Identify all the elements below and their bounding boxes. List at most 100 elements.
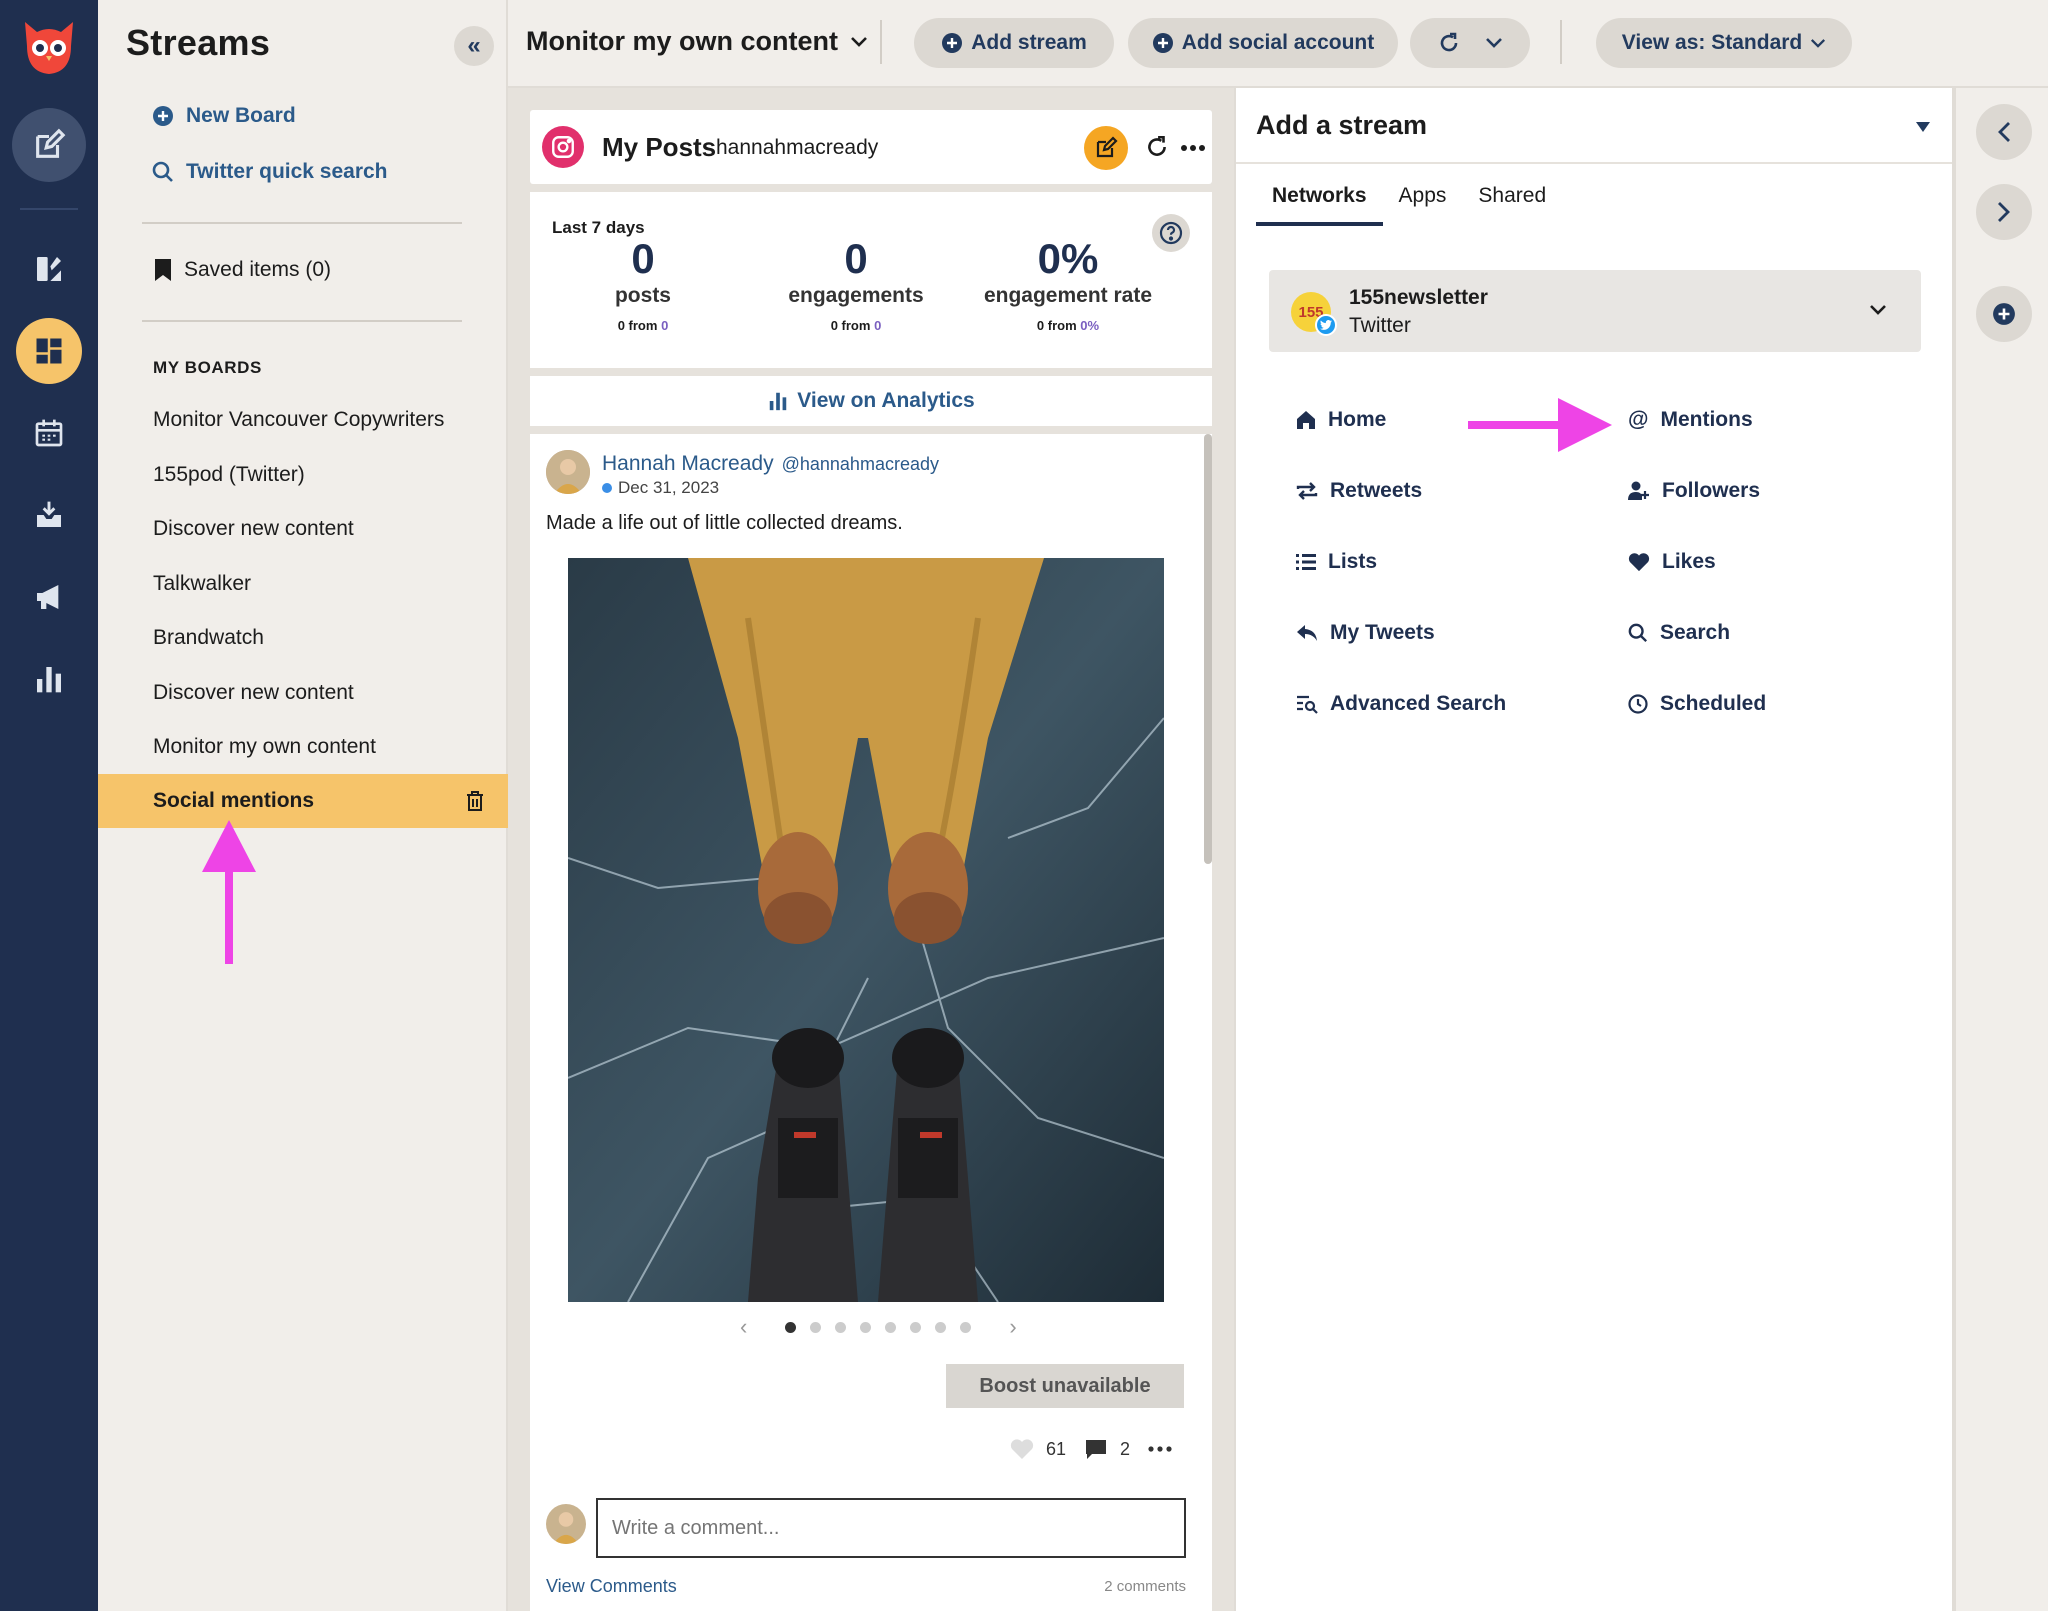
caret-down-icon[interactable] xyxy=(1916,122,1930,132)
view-on-analytics-link[interactable]: View on Analytics xyxy=(530,376,1212,426)
search-icon xyxy=(1628,623,1648,643)
stream-type-retweets[interactable]: Retweets xyxy=(1296,479,1422,503)
stream-type-advanced-search[interactable]: Advanced Search xyxy=(1296,692,1506,716)
view-on-analytics-label: View on Analytics xyxy=(797,389,975,412)
chevron-down-icon xyxy=(1870,305,1886,315)
carousel-dot[interactable] xyxy=(960,1321,972,1333)
stat-comparison: 0 from 0 xyxy=(830,318,882,334)
refresh-split-button[interactable] xyxy=(1410,18,1530,68)
owl-logo-icon[interactable] xyxy=(15,14,83,82)
board-item[interactable]: Discover new content xyxy=(153,517,354,541)
stream-type-followers[interactable]: Followers xyxy=(1628,479,1760,503)
stream-type-my-tweets[interactable]: My Tweets xyxy=(1296,621,1435,645)
add-column-button[interactable] xyxy=(1976,286,2032,342)
board-item[interactable]: Talkwalker xyxy=(153,572,251,596)
board-title-dropdown[interactable]: Monitor my own content xyxy=(526,26,868,57)
comment-input[interactable] xyxy=(596,1498,1186,1558)
post-handle[interactable]: @hannahmacready xyxy=(782,454,939,475)
post-card: Hannah Macready @hannahmacready Dec 31, … xyxy=(530,434,1212,1611)
social-account-selector[interactable]: 155 155newsletter Twitter xyxy=(1269,270,1921,352)
planner-calendar-icon[interactable] xyxy=(16,400,82,466)
annotation-arrow-right xyxy=(1468,398,1612,452)
carousel-dot[interactable] xyxy=(810,1321,822,1333)
post-image[interactable] xyxy=(568,558,1164,1302)
more-options-icon[interactable] xyxy=(1180,144,1206,152)
board-item[interactable]: Brandwatch xyxy=(153,626,264,650)
add-stream-label: Add stream xyxy=(971,31,1087,54)
stream-type-home[interactable]: Home xyxy=(1296,408,1386,432)
stat-label: engagement rate xyxy=(983,284,1153,308)
stream-type-search[interactable]: Search xyxy=(1628,621,1730,645)
advertise-megaphone-icon[interactable] xyxy=(16,564,82,630)
trash-icon[interactable] xyxy=(465,790,485,812)
stream-type-mentions[interactable]: @ Mentions xyxy=(1628,408,1753,432)
stream-type-scheduled[interactable]: Scheduled xyxy=(1628,692,1766,716)
chevron-left-icon xyxy=(1998,122,2010,142)
active-board-label: Social mentions xyxy=(153,789,315,812)
tab-networks[interactable]: Networks xyxy=(1256,184,1383,226)
board-item-active[interactable]: Social mentions xyxy=(98,774,508,828)
stream-scrollbar[interactable] xyxy=(1204,434,1212,864)
carousel-dot[interactable] xyxy=(835,1321,847,1333)
compose-post-button[interactable] xyxy=(1084,126,1128,170)
stream-type-likes[interactable]: Likes xyxy=(1628,550,1716,574)
add-stream-button[interactable]: Add stream xyxy=(914,18,1114,68)
carousel-dot[interactable] xyxy=(860,1321,872,1333)
carousel-dot[interactable] xyxy=(910,1321,922,1333)
view-comments-link[interactable]: View Comments xyxy=(546,1576,677,1597)
comment-icon[interactable] xyxy=(1084,1438,1108,1460)
heart-icon[interactable] xyxy=(1010,1438,1034,1460)
twitter-bird-icon xyxy=(1315,314,1337,336)
refresh-icon[interactable] xyxy=(1144,134,1170,160)
advanced-search-icon xyxy=(1297,695,1318,714)
stat-value: 0% xyxy=(1037,235,1099,282)
stream-title: My Posts xyxy=(602,132,717,162)
panel-title: Add a stream xyxy=(1256,110,1428,140)
retweet-icon xyxy=(1296,482,1318,500)
tab-apps[interactable]: Apps xyxy=(1383,184,1463,226)
stat-posts: 0 posts 0 from 0 xyxy=(533,235,753,333)
sidebar-title: Streams xyxy=(126,22,271,63)
more-options-icon[interactable] xyxy=(1148,1446,1172,1452)
inbox-icon[interactable] xyxy=(16,482,82,548)
refresh-icon[interactable] xyxy=(1437,31,1461,55)
carousel-dot[interactable] xyxy=(885,1321,897,1333)
saved-items-link[interactable]: Saved items (0) xyxy=(154,258,331,282)
annotation-arrow-up xyxy=(202,820,256,964)
add-social-account-label: Add social account xyxy=(1181,31,1375,54)
carousel-dot[interactable] xyxy=(935,1321,947,1333)
twitter-quick-search-link[interactable]: Twitter quick search xyxy=(152,160,388,184)
board-item[interactable]: Monitor Vancouver Copywriters xyxy=(153,408,444,432)
search-icon xyxy=(152,161,173,182)
view-as-dropdown[interactable]: View as: Standard xyxy=(1596,18,1852,68)
stat-value: 0 xyxy=(844,235,868,282)
boost-unavailable-button[interactable]: Boost unavailable xyxy=(946,1364,1184,1408)
carousel-dot[interactable] xyxy=(785,1321,797,1333)
collapse-sidebar-button[interactable]: « xyxy=(454,26,494,66)
create-design-icon[interactable] xyxy=(16,236,82,302)
board-item[interactable]: 155pod (Twitter) xyxy=(153,463,305,487)
view-as-label: View as: Standard xyxy=(1621,31,1803,54)
add-social-account-button[interactable]: Add social account xyxy=(1128,18,1398,68)
stream-type-lists[interactable]: Lists xyxy=(1296,550,1377,574)
chevron-right-icon[interactable]: › xyxy=(1009,1314,1016,1340)
post-author[interactable]: Hannah Macready xyxy=(602,452,774,476)
board-item[interactable]: Discover new content xyxy=(153,681,354,705)
at-sign-icon: @ xyxy=(1628,408,1649,431)
chevron-down-icon[interactable] xyxy=(1485,37,1503,49)
saved-items-label: Saved items (0) xyxy=(184,258,332,281)
streams-icon[interactable] xyxy=(16,318,82,384)
chevron-right-icon xyxy=(1998,202,2010,222)
analytics-bar-chart-icon[interactable] xyxy=(16,646,82,712)
chevron-left-icon[interactable]: ‹ xyxy=(740,1314,747,1340)
stream-account: hannahmacready xyxy=(716,136,879,159)
tab-shared[interactable]: Shared xyxy=(1462,184,1562,226)
scroll-left-button[interactable] xyxy=(1976,104,2032,160)
new-board-link[interactable]: New Board xyxy=(152,104,296,128)
avatar[interactable] xyxy=(546,450,590,494)
stream-column-area: My Posts hannahmacready Last 7 days 0 po… xyxy=(508,88,1234,1611)
board-item[interactable]: Monitor my own content xyxy=(153,735,376,759)
stat-value: 0 xyxy=(631,235,655,282)
compose-icon[interactable] xyxy=(12,108,86,182)
scroll-right-button[interactable] xyxy=(1976,184,2032,240)
